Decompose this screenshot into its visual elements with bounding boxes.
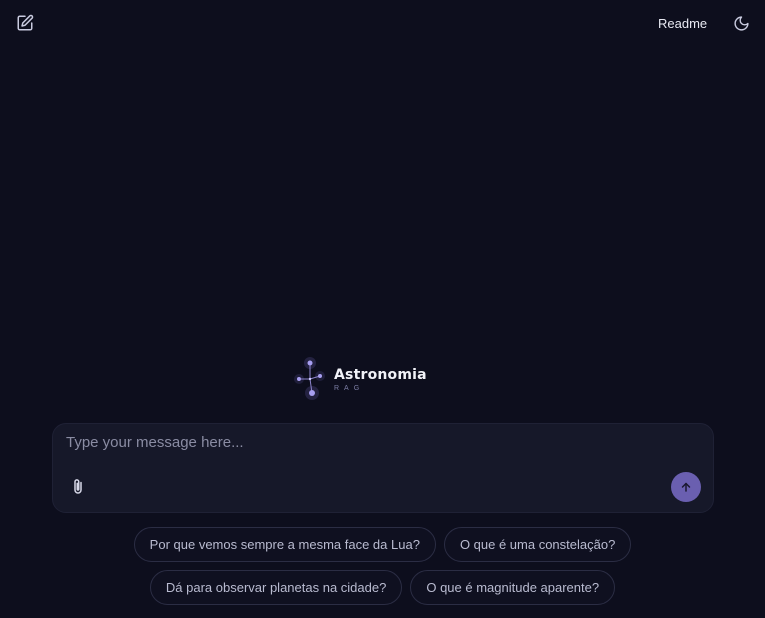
suggestion-chip[interactable]: Por que vemos sempre a mesma face da Lua…: [133, 527, 436, 562]
arrow-up-icon: [681, 482, 691, 492]
suggestion-row: Dá para observar planetas na cidade? O q…: [0, 570, 765, 605]
theme-toggle-button[interactable]: [727, 9, 755, 37]
constellation-icon: [294, 357, 325, 400]
brand-title: Astronomia: [334, 366, 427, 383]
attach-button[interactable]: [65, 474, 91, 500]
brand-text: Astronomia RAG: [334, 367, 427, 392]
suggestion-chip[interactable]: O que é magnitude aparente?: [410, 570, 616, 605]
suggestion-list: Por que vemos sempre a mesma face da Lua…: [0, 527, 765, 613]
chat-page: Readme Astronomia RAG Type your message …: [0, 0, 765, 618]
send-button[interactable]: [671, 472, 701, 502]
new-chat-button[interactable]: [11, 9, 39, 37]
suggestion-row: Por que vemos sempre a mesma face da Lua…: [0, 527, 765, 562]
moon-icon: [733, 15, 749, 31]
message-input[interactable]: [66, 434, 696, 458]
brand-subtitle: RAG: [334, 384, 365, 392]
brand: Astronomia RAG: [292, 357, 427, 401]
pencil-square-icon: [17, 14, 34, 31]
readme-link[interactable]: Readme: [648, 9, 717, 37]
message-composer: [52, 423, 714, 513]
suggestion-chip[interactable]: Dá para observar planetas na cidade?: [149, 570, 403, 605]
suggestion-chip[interactable]: O que é uma constelação?: [443, 527, 632, 562]
paperclip-icon: [74, 479, 82, 494]
